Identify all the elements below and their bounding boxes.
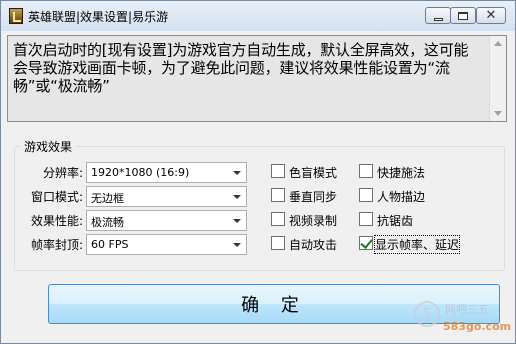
info-text: 首次启动时的[现有设置]为游戏官方自动生成，默认全屏高效，这可能会导致游戏画面卡… xyxy=(13,41,469,95)
watermark-site-name: 网吧三五 xyxy=(445,303,489,316)
minimize-icon xyxy=(433,17,443,21)
auto-attack-checkbox[interactable] xyxy=(271,236,285,250)
resolution-value: 1920*1080 (16:9) xyxy=(91,166,190,179)
resolution-label: 分辨率: xyxy=(42,166,83,180)
video-record-checkbox[interactable] xyxy=(271,212,285,226)
app-icon xyxy=(9,8,23,24)
show-fps-latency-label[interactable]: 显示帧率、延迟 xyxy=(373,235,461,254)
info-textbox[interactable]: 首次启动时的[现有设置]为游戏官方自动生成，默认全屏高效，这可能会导致游戏画面卡… xyxy=(7,35,507,122)
fps-cap-value: 60 FPS xyxy=(91,238,129,251)
close-button[interactable]: ✕ xyxy=(476,7,506,24)
chevron-down-icon xyxy=(233,171,241,175)
video-record-label[interactable]: 视频录制 xyxy=(289,212,337,229)
ok-button-label: 确 定 xyxy=(241,295,307,316)
vsync-label[interactable]: 垂直同步 xyxy=(289,188,337,205)
window-mode-label: 窗口模式: xyxy=(30,190,83,204)
maximize-button[interactable] xyxy=(450,7,476,24)
scroll-down-icon[interactable] xyxy=(494,111,502,116)
chevron-down-icon xyxy=(233,243,241,247)
window-mode-value: 无边框 xyxy=(91,192,124,205)
quick-cast-label[interactable]: 快捷施法 xyxy=(377,164,425,181)
fps-cap-label: 帧率封顶: xyxy=(30,238,83,252)
chevron-down-icon xyxy=(233,219,241,223)
quick-cast-checkbox[interactable] xyxy=(359,164,373,178)
anti-aliasing-label[interactable]: 抗锯齿 xyxy=(377,212,413,229)
colorblind-checkbox[interactable] xyxy=(271,164,285,178)
vertical-scrollbar[interactable] xyxy=(489,36,506,121)
maximize-icon xyxy=(458,11,468,20)
scroll-up-icon[interactable] xyxy=(494,41,502,46)
resolution-select[interactable]: 1920*1080 (16:9) xyxy=(86,162,247,183)
close-icon: ✕ xyxy=(485,8,497,23)
performance-label: 效果性能: xyxy=(30,214,83,228)
effects-group-label: 游戏效果 xyxy=(21,138,76,155)
anti-aliasing-checkbox[interactable] xyxy=(359,212,373,226)
performance-value: 极流畅 xyxy=(91,216,124,229)
character-outline-checkbox[interactable] xyxy=(359,188,373,202)
watermark-url: 583go.com xyxy=(443,320,512,333)
title-bar[interactable]: 英雄联盟|效果设置|易乐游 ✕ xyxy=(1,1,515,31)
auto-attack-label[interactable]: 自动攻击 xyxy=(289,236,337,253)
minimize-button[interactable] xyxy=(425,7,451,24)
watermark: 5 网吧三五 583go.com xyxy=(414,299,514,339)
vsync-checkbox[interactable] xyxy=(271,188,285,202)
colorblind-label[interactable]: 色盲模式 xyxy=(289,164,337,181)
show-fps-latency-checkbox[interactable] xyxy=(359,236,373,250)
watermark-logo-icon: 5 xyxy=(414,301,440,327)
window-mode-select[interactable]: 无边框 xyxy=(86,186,247,207)
chevron-down-icon xyxy=(233,195,241,199)
performance-select[interactable]: 极流畅 xyxy=(86,210,247,231)
fps-cap-select[interactable]: 60 FPS xyxy=(86,234,247,255)
window-title: 英雄联盟|效果设置|易乐游 xyxy=(28,10,169,24)
settings-window: 英雄联盟|效果设置|易乐游 ✕ 首次启动时的[现有设置]为游戏官方自动生成，默认… xyxy=(0,0,516,344)
character-outline-label[interactable]: 人物描边 xyxy=(377,188,425,205)
